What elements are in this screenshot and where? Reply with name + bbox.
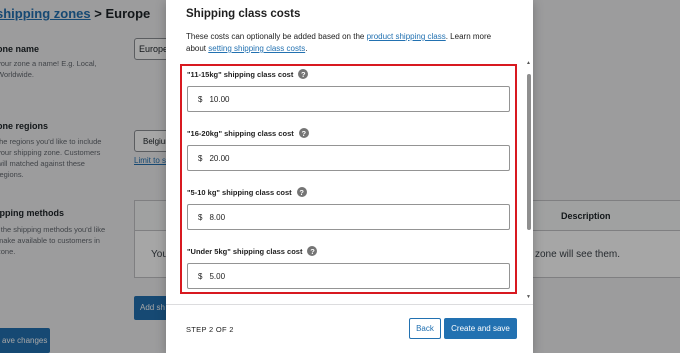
- shipping-class-costs-modal: Shipping class costs These costs can opt…: [166, 0, 533, 353]
- class-cost-field: "5-10 kg" shipping class cost? $8.00: [187, 186, 510, 230]
- field-label-text: "5-10 kg" shipping class cost: [187, 187, 292, 197]
- scroll-up-arrow-icon[interactable]: ▲: [526, 60, 531, 66]
- scroll-down-arrow-icon[interactable]: ▼: [526, 294, 531, 300]
- field-label: "Under 5kg" shipping class cost?: [187, 245, 510, 257]
- setting-shipping-class-costs-link[interactable]: setting shipping class costs: [208, 44, 305, 53]
- back-button[interactable]: Back: [409, 318, 441, 339]
- cost-input[interactable]: $20.00: [187, 145, 510, 171]
- step-indicator: STEP 2 OF 2: [186, 325, 234, 334]
- currency-symbol: $: [198, 271, 203, 281]
- modal-footer: STEP 2 OF 2 Back Create and save: [166, 304, 533, 353]
- help-icon[interactable]: ?: [307, 246, 318, 256]
- currency-symbol: $: [198, 94, 203, 104]
- field-label-text: "11-15kg" shipping class cost: [187, 69, 294, 79]
- product-shipping-class-link[interactable]: product shipping class: [367, 32, 446, 41]
- class-cost-field: "11-15kg" shipping class cost? $10.00: [187, 68, 510, 112]
- field-label-text: "16-20kg" shipping class cost: [187, 128, 294, 138]
- modal-title: Shipping class costs: [186, 8, 301, 20]
- cost-value: 10.00: [209, 94, 230, 104]
- field-label: "16-20kg" shipping class cost?: [187, 127, 510, 139]
- currency-symbol: $: [198, 153, 203, 163]
- field-label: "5-10 kg" shipping class cost?: [187, 186, 510, 198]
- class-cost-field: "Under 5kg" shipping class cost? $5.00: [187, 245, 510, 289]
- cost-value: 20.00: [209, 153, 230, 163]
- modal-description: These costs can optionally be added base…: [186, 31, 504, 55]
- create-and-save-button[interactable]: Create and save: [444, 318, 517, 339]
- desc-text-3: .: [305, 44, 308, 53]
- field-label: "11-15kg" shipping class cost?: [187, 68, 510, 80]
- class-cost-field: "16-20kg" shipping class cost? $20.00: [187, 127, 510, 171]
- cost-input[interactable]: $5.00: [187, 263, 510, 289]
- cost-value: 8.00: [209, 212, 226, 222]
- help-icon[interactable]: ?: [296, 187, 307, 197]
- desc-text-1: These costs can optionally be added base…: [186, 32, 367, 41]
- cost-input[interactable]: $10.00: [187, 86, 510, 112]
- help-icon[interactable]: ?: [298, 69, 309, 79]
- cost-input[interactable]: $8.00: [187, 204, 510, 230]
- currency-symbol: $: [198, 212, 203, 222]
- field-label-text: "Under 5kg" shipping class cost: [187, 246, 303, 256]
- class-cost-fields-highlight: "11-15kg" shipping class cost? $10.00 "1…: [180, 64, 517, 294]
- modal-scrollbar[interactable]: [527, 74, 531, 230]
- cost-value: 5.00: [209, 271, 226, 281]
- help-icon[interactable]: ?: [298, 128, 309, 138]
